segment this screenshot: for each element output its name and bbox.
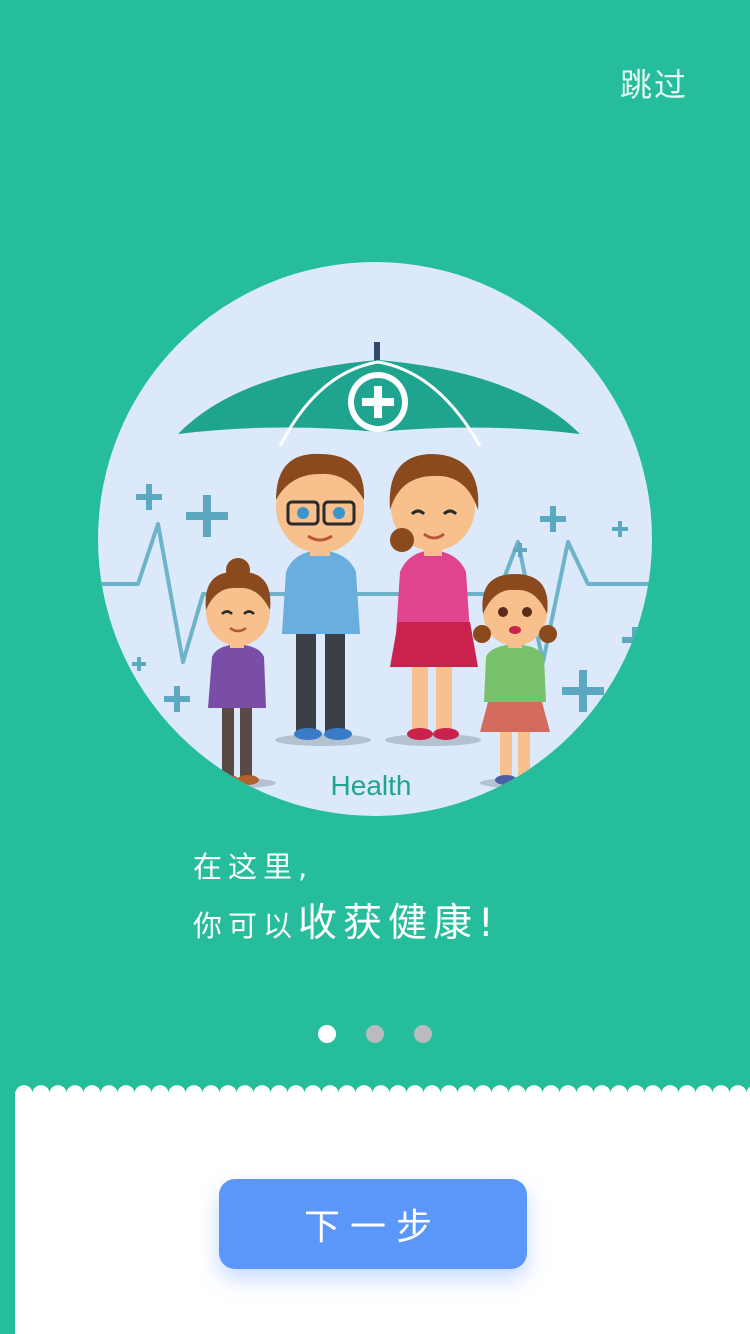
skip-button[interactable]: 跳过	[620, 60, 688, 106]
page-dot-1[interactable]	[318, 1025, 336, 1043]
page-dot-2[interactable]	[366, 1025, 384, 1043]
next-step-button[interactable]: 下一步	[219, 1179, 527, 1269]
caption-line-2: 你可以收获健康!	[193, 897, 500, 958]
page-dot-3[interactable]	[414, 1025, 432, 1043]
intro-caption: 在这里, 你可以收获健康!	[193, 845, 500, 958]
illustration-label: Health	[331, 770, 412, 801]
caption-line-2-prefix: 你可以	[193, 909, 299, 943]
page-indicator	[0, 1025, 750, 1043]
caption-line-1: 在这里,	[193, 850, 314, 884]
caption-line-2-emphasis: 收获健康!	[298, 901, 500, 946]
family-health-illustration: Health	[98, 262, 653, 817]
